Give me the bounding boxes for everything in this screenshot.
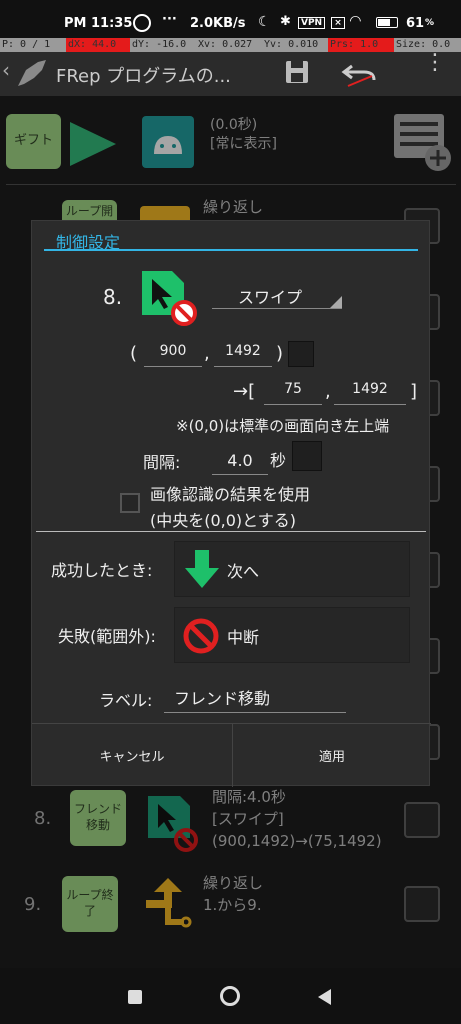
start-comma: , [204, 343, 210, 364]
coordinate-note: ※(0,0)は標準の画面向き左上端 [176, 417, 390, 435]
interval-field[interactable]: 4.0 [212, 451, 268, 475]
stop-icon [183, 618, 219, 654]
start-open-paren: ( [130, 343, 138, 364]
end-y-field[interactable]: 1492 [334, 381, 406, 405]
start-pick-button[interactable] [288, 341, 314, 367]
save-icon[interactable] [283, 58, 311, 86]
action-dropdown-value: スワイプ [238, 288, 303, 307]
dropdown-arrow-icon [330, 296, 342, 308]
success-label: 成功したとき: [51, 561, 153, 580]
recents-icon[interactable] [128, 990, 142, 1004]
pointer-prs: Prs: 1.0 [328, 38, 394, 52]
apply-button[interactable]: 適用 [233, 724, 431, 786]
success-action-value: 次へ [227, 562, 260, 581]
bluetooth-icon: ✱ [280, 14, 291, 29]
battery-unit: % [425, 18, 435, 28]
app-logo-icon [18, 60, 46, 86]
arrow-down-icon [185, 550, 219, 588]
step-number: 8. [103, 285, 123, 309]
pointer-p: P: 0 / 1 [2, 39, 51, 50]
label-field[interactable]: フレンド移動 [164, 685, 346, 713]
image-recognition-checkbox[interactable] [120, 493, 140, 513]
image-recognition-sublabel: (中央を(0,0)とする) [150, 511, 296, 530]
end-comma: , [325, 381, 331, 402]
action-dropdown[interactable]: スワイプ [212, 281, 342, 309]
app-title: FRep プログラムの... [56, 66, 231, 87]
control-settings-dialog: 制御設定 8. スワイプ ( 900 , 1492 ) →[ 75 , 1492… [31, 220, 431, 787]
vpn-icon: VPN [298, 17, 326, 29]
wifi-icon: ◠ [350, 13, 361, 29]
status-bar: PM 11:35 ··· 2.0KB/s ☾ ✱ VPN × ◠ 61 % [0, 0, 461, 38]
label-label: ラベル: [99, 691, 153, 710]
app-bar: ‹ FRep プログラムの... ⋮ [0, 52, 461, 96]
navigation-bar [0, 968, 461, 1024]
success-action-button[interactable]: 次へ [174, 541, 410, 597]
fail-label: 失敗(範囲外): [58, 627, 156, 646]
back-nav-icon[interactable] [318, 989, 331, 1005]
pointer-dy: dY: -16.0 [132, 39, 187, 50]
network-speed: 2.0KB/s [190, 16, 246, 31]
start-y-field[interactable]: 1492 [214, 343, 272, 367]
pointer-dx: dX: 44.0 [66, 38, 130, 52]
end-arrow: →[ [233, 381, 256, 402]
start-close-paren: ) [276, 343, 284, 364]
start-x-field[interactable]: 900 [144, 343, 202, 367]
swipe-action-icon[interactable] [140, 269, 202, 329]
fail-action-button[interactable]: 中断 [174, 607, 410, 663]
back-icon[interactable]: ‹ [2, 58, 10, 82]
dialog-divider [36, 531, 426, 532]
battery-icon [376, 17, 398, 28]
pointer-location-bar: P: 0 / 1 dX: 44.0 dY: -16.0 Xv: 0.027 Yv… [0, 38, 461, 52]
undo-icon[interactable] [340, 58, 380, 88]
pointer-yv: Yv: 0.010 [264, 39, 319, 50]
battery-percent: 61 [406, 16, 425, 31]
interval-label: 間隔: [143, 453, 181, 472]
end-x-field[interactable]: 75 [264, 381, 322, 405]
status-time: PM 11:35 [64, 16, 133, 31]
moon-icon: ☾ [258, 14, 271, 30]
pointer-xv: Xv: 0.027 [198, 39, 253, 50]
notification-icon [133, 14, 151, 32]
end-close-bracket: ] [410, 381, 418, 402]
sim-off-icon: × [331, 17, 345, 29]
image-recognition-label: 画像認識の結果を使用 [150, 485, 311, 504]
status-dots: ··· [162, 12, 177, 27]
home-icon[interactable] [220, 986, 240, 1006]
interval-unit: 秒 [270, 451, 287, 470]
fail-action-value: 中断 [227, 628, 260, 647]
overflow-menu-icon[interactable]: ⋮ [424, 52, 446, 74]
cancel-button[interactable]: キャンセル [32, 724, 232, 786]
dialog-title-divider [44, 249, 418, 251]
interval-pick-button[interactable] [292, 441, 322, 471]
